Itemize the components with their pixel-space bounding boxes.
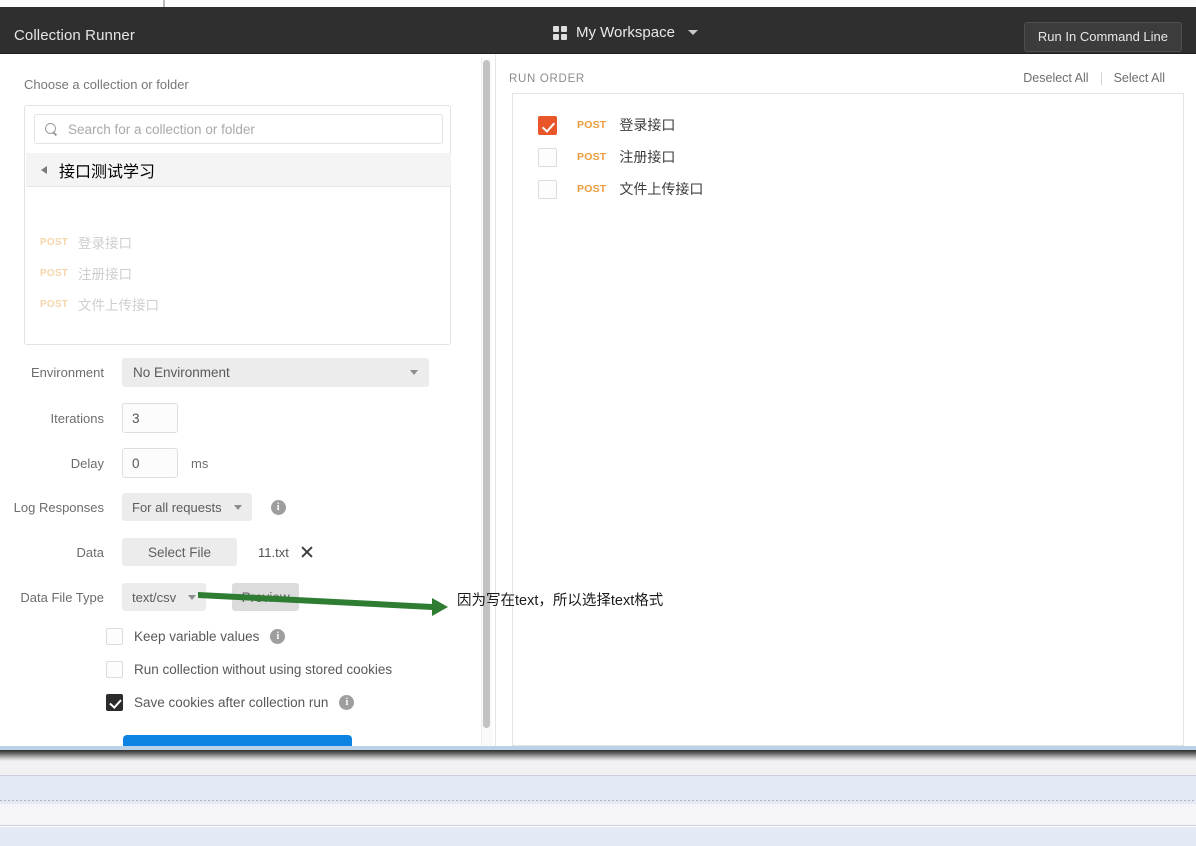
delay-row: Delay ms [0, 448, 208, 478]
run-order-row[interactable]: POST 注册接口 [538, 147, 675, 167]
run-order-row[interactable]: POST 登录接口 [538, 115, 675, 135]
search-input[interactable] [68, 121, 432, 137]
request-name: 文件上传接口 [619, 181, 704, 197]
run-in-command-line-button[interactable]: Run In Command Line [1023, 22, 1182, 52]
checkbox[interactable] [538, 147, 557, 167]
method-label: POST [577, 119, 607, 131]
request-name: 注册接口 [78, 267, 133, 282]
checkbox[interactable] [106, 628, 123, 645]
data-file-name: 11.txt [258, 544, 289, 560]
option-label: Keep variable values [134, 629, 260, 644]
iterations-label: Iterations [50, 410, 104, 426]
choose-collection-label: Choose a collection or folder [24, 77, 189, 92]
log-responses-value: For all requests [132, 499, 222, 515]
list-item[interactable]: POST 登录接口 [40, 232, 132, 252]
checkbox[interactable] [106, 694, 123, 711]
grid-icon [553, 25, 567, 40]
right-panel: RUN ORDER Deselect All Select All POST 登… [496, 54, 1196, 746]
checkbox[interactable] [106, 661, 123, 678]
data-file-type-label: Data File Type [20, 589, 104, 605]
data-file-type-select[interactable]: text/csv [122, 583, 207, 611]
chevron-down-icon [410, 370, 418, 375]
background-app-band [0, 827, 1196, 846]
iterations-row: Iterations [0, 403, 178, 433]
select-all-button[interactable]: Select All [1102, 71, 1177, 85]
background-app-band [0, 761, 1196, 776]
workspace-name: My Workspace [576, 24, 675, 41]
method-label: POST [40, 267, 69, 279]
info-icon[interactable]: i [339, 695, 355, 710]
search-icon [45, 122, 58, 136]
search-row[interactable] [34, 114, 443, 144]
data-label: Data [76, 544, 104, 560]
checkbox[interactable] [538, 179, 557, 199]
option-save-cookies[interactable]: Save cookies after collection run i [106, 694, 355, 711]
run-order-list: POST 登录接口 POST 注册接口 POST 文件上传接口 [512, 93, 1184, 746]
info-icon[interactable]: i [270, 629, 286, 644]
run-order-label: RUN ORDER [509, 73, 585, 85]
annotation-arrow-icon [198, 592, 448, 616]
window-top-edge [0, 0, 1196, 7]
select-file-button[interactable]: Select File [122, 538, 237, 566]
environment-label: Environment [31, 365, 104, 380]
app-header: Collection Runner My Workspace Run In Co… [0, 7, 1196, 54]
chevron-down-icon [233, 504, 242, 510]
chevron-down-icon [188, 594, 197, 600]
page-title: Collection Runner [14, 27, 135, 44]
window-drop-shadow [0, 750, 1196, 761]
option-label: Run collection without using stored cook… [134, 662, 393, 677]
background-app-dotted-rule [0, 800, 1196, 801]
triangle-left-icon [41, 165, 47, 174]
method-label: POST [40, 298, 69, 310]
request-name: 文件上传接口 [78, 298, 160, 313]
option-run-without-cookies[interactable]: Run collection without using stored cook… [106, 661, 392, 678]
list-item[interactable]: POST 注册接口 [40, 263, 132, 283]
run-order-actions: Deselect All Select All [1011, 71, 1177, 85]
method-label: POST [40, 236, 69, 248]
window-top-tick [163, 0, 165, 7]
collection-header[interactable]: 接口测试学习 [26, 153, 451, 187]
environment-value: No Environment [133, 365, 230, 380]
request-name: 登录接口 [619, 117, 676, 133]
info-icon[interactable]: i [270, 499, 286, 515]
log-responses-row: Log Responses For all requests i [0, 493, 286, 521]
data-row: Data Select File 11.txt [0, 538, 314, 566]
option-label: Save cookies after collection run [134, 695, 329, 710]
delay-unit-label: ms [191, 455, 209, 471]
collection-runner-window: Collection Runner My Workspace Run In Co… [0, 0, 1196, 846]
delay-label: Delay [70, 455, 104, 471]
environment-select[interactable]: No Environment [122, 358, 429, 387]
request-name: 登录接口 [78, 236, 133, 251]
left-panel-scrollbar-thumb[interactable] [483, 60, 490, 728]
option-keep-variable-values[interactable]: Keep variable values i [106, 628, 286, 645]
data-file-type-value: text/csv [132, 589, 177, 605]
left-panel: Choose a collection or folder 接口测试学习 POS… [0, 54, 487, 746]
list-item[interactable]: POST 文件上传接口 [40, 294, 159, 314]
workspace-selector[interactable]: My Workspace [553, 24, 698, 41]
method-label: POST [577, 183, 607, 195]
log-responses-label: Log Responses [13, 499, 104, 515]
collection-picker: 接口测试学习 POST 登录接口 POST 注册接口 POST 文件上传接口 [24, 105, 451, 345]
run-order-row[interactable]: POST 文件上传接口 [538, 179, 703, 199]
iterations-input[interactable] [122, 403, 178, 433]
request-name: 注册接口 [619, 149, 676, 165]
delay-input[interactable] [122, 448, 178, 478]
log-responses-select[interactable]: For all requests [122, 493, 252, 521]
environment-row: Environment No Environment [0, 358, 429, 387]
close-icon[interactable] [300, 545, 314, 559]
chevron-down-icon [687, 30, 698, 35]
collection-name: 接口测试学习 [59, 163, 156, 181]
background-app-band [0, 804, 1196, 826]
annotation-text: 因为写在text，所以选择text格式 [457, 593, 664, 609]
method-label: POST [577, 151, 607, 163]
deselect-all-button[interactable]: Deselect All [1011, 71, 1100, 85]
checkbox[interactable] [538, 115, 557, 135]
